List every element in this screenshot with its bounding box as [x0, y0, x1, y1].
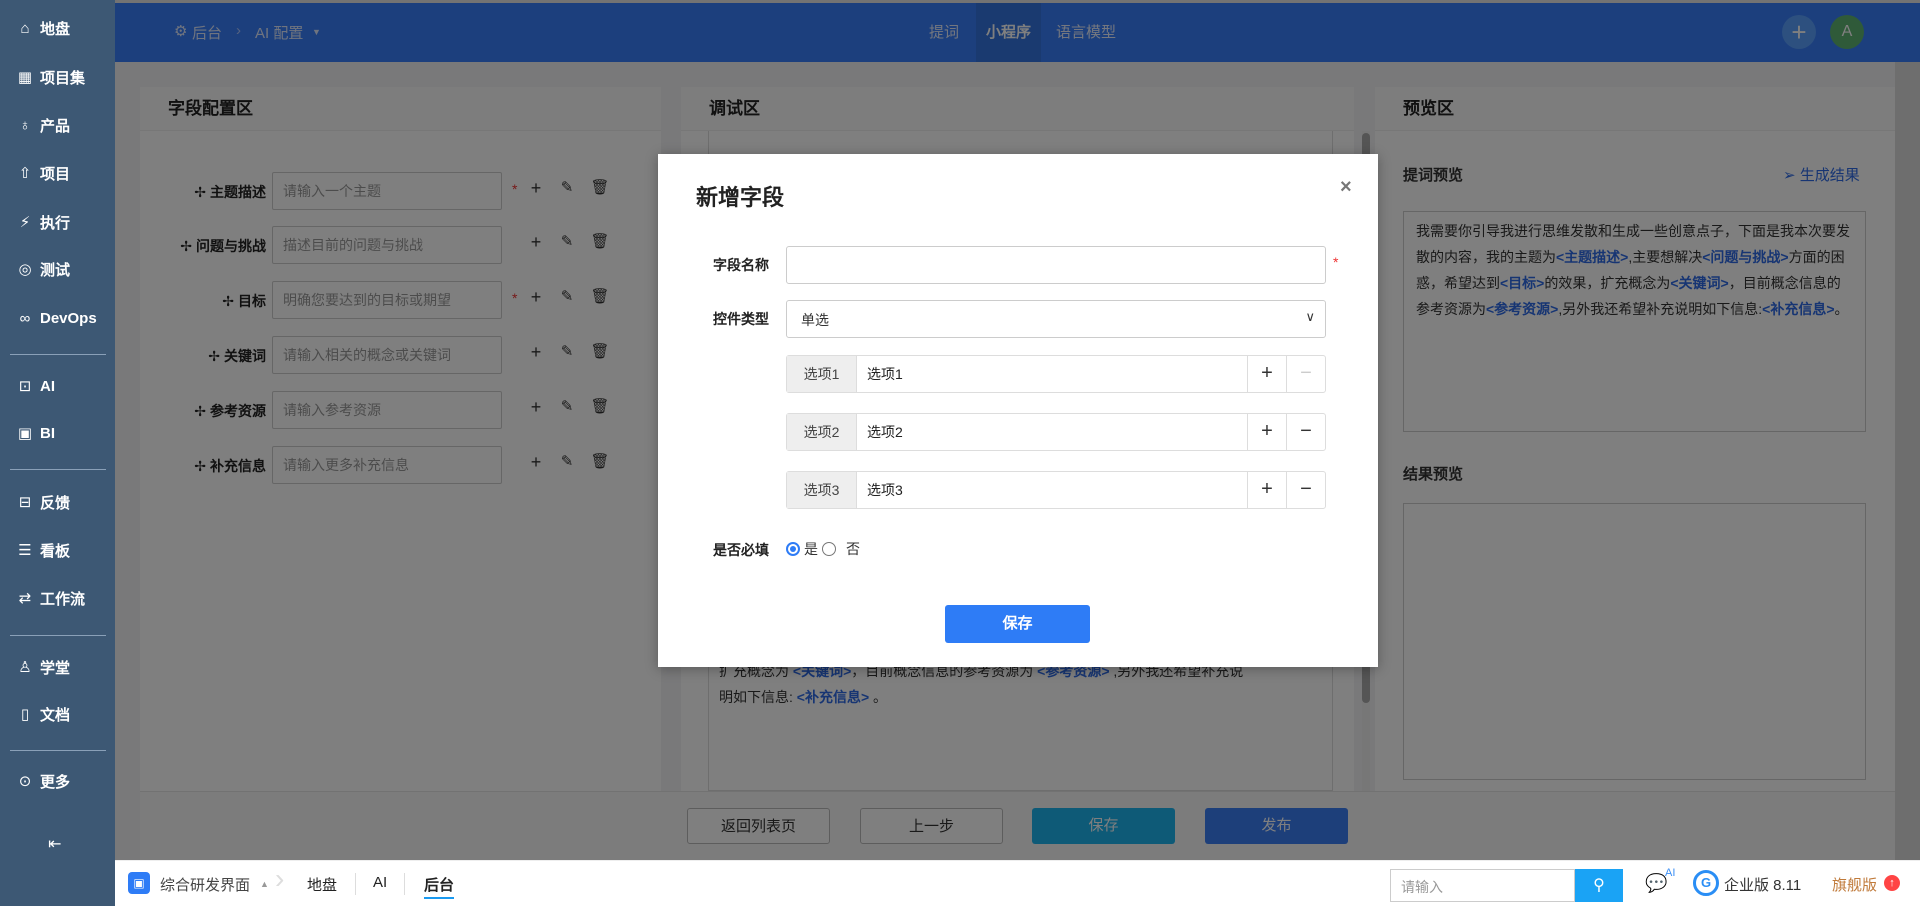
control-type-label: 控件类型 [713, 311, 769, 327]
sidebar-item-docs[interactable]: ▯ 文档 [16, 699, 70, 729]
app-switcher[interactable]: 综合研发界面 [160, 874, 250, 895]
sidebar-item-kanban[interactable]: ☰ 看板 [16, 535, 70, 565]
remove-option-button[interactable]: − [1286, 472, 1325, 508]
doc-icon: ▯ [20, 706, 30, 723]
bottom-crumb-ai[interactable]: AI [373, 874, 387, 891]
close-icon[interactable]: × [1340, 176, 1352, 199]
field-name-input[interactable] [786, 246, 1326, 284]
sidebar-item-project[interactable]: ⇧ 项目 [16, 158, 70, 188]
collapse-sidebar-icon[interactable]: ⇤ [48, 834, 61, 854]
sidebar-divider [10, 635, 106, 636]
rocket-icon: ⇧ [18, 165, 32, 182]
radio-no[interactable] [822, 542, 836, 556]
home-icon: ⌂ [20, 19, 30, 37]
sidebar-divider [10, 750, 106, 751]
add-field-modal: 新增字段 × 字段名称 * 控件类型 单选 ∨ 选项1 选项1 + − 选项2 选项2 + −… [658, 154, 1378, 667]
kanban-icon: ☰ [18, 542, 32, 559]
divider [355, 873, 356, 895]
option-input[interactable]: 选项2 [857, 414, 1247, 450]
robot-icon: ⊡ [18, 378, 32, 395]
sidebar-item-devops[interactable]: ∞ DevOps [16, 303, 97, 333]
school-icon: ♙ [18, 659, 32, 676]
option-row: 选项1 选项1 + − [786, 355, 1326, 393]
bottom-crumb-dashboard[interactable]: 地盘 [307, 874, 337, 895]
control-type-select[interactable]: 单选 ∨ [786, 300, 1326, 338]
search-icon: ⚲ [1593, 877, 1605, 894]
option-row: 选项3 选项3 + − [786, 471, 1326, 509]
sidebar-item-school[interactable]: ♙ 学堂 [16, 652, 70, 682]
sidebar-item-bi[interactable]: ▣ BI [16, 418, 55, 448]
run-icon: ⚡ [19, 214, 31, 231]
search-button[interactable]: ⚲ [1575, 869, 1623, 902]
sidebar-item-test[interactable]: ◎ 测试 [16, 254, 70, 284]
add-option-button[interactable]: + [1247, 472, 1286, 508]
remove-option-button[interactable]: − [1286, 414, 1325, 450]
option-addon: 选项1 [787, 356, 857, 392]
flagship-link[interactable]: 旗舰版 [1832, 874, 1877, 895]
chart-board-icon: ▣ [17, 425, 33, 442]
option-input[interactable]: 选项3 [857, 472, 1247, 508]
grid-icon: ▦ [17, 69, 33, 86]
test-icon: ◎ [18, 261, 32, 278]
edition-label: 企业版 8.11 [1724, 877, 1802, 894]
required-radio-group: 是 否 [786, 539, 860, 559]
caret-up-icon[interactable]: ▲ [260, 879, 269, 889]
sidebar-item-ai[interactable]: ⊡ AI [16, 371, 55, 401]
sidebar-item-execution[interactable]: ⚡ 执行 [16, 207, 70, 237]
option-row: 选项2 选项2 + − [786, 413, 1326, 451]
logo-icon: G [1693, 870, 1719, 896]
radio-yes[interactable] [786, 542, 800, 556]
modal-save-button[interactable]: 保存 [945, 605, 1090, 643]
required-mark: * [1333, 254, 1339, 270]
workflow-icon: ⇄ [18, 590, 32, 607]
sidebar-item-workflow[interactable]: ⇄ 工作流 [16, 583, 85, 613]
more-icon: ⊙ [18, 773, 32, 790]
option-addon: 选项2 [787, 414, 857, 450]
search-input[interactable]: 请输入 [1390, 869, 1575, 902]
chevron-separator-icon: › [275, 863, 285, 894]
add-option-button[interactable]: + [1247, 356, 1286, 392]
bulb-icon: ♁ [19, 116, 31, 134]
chevron-down-icon: ∨ [1305, 309, 1315, 324]
sidebar-item-dashboard[interactable]: ⌂ 地盘 [16, 13, 70, 43]
bottom-bar: ▣ 综合研发界面 ▲ › 地盘 AI 后台 请输入 ⚲ 💬 AI G 企业版 8… [115, 860, 1920, 906]
ai-badge: AI [1665, 867, 1676, 879]
sidebar-item-program[interactable]: ▦ 项目集 [16, 62, 85, 92]
feedback-icon: ⊟ [18, 494, 32, 511]
remove-option-button[interactable]: − [1286, 356, 1325, 392]
sidebar-divider [10, 354, 106, 355]
infinity-icon: ∞ [19, 309, 31, 327]
upgrade-icon[interactable]: ↑ [1884, 875, 1900, 891]
bottom-crumb-admin[interactable]: 后台 [424, 874, 455, 899]
sidebar-divider [10, 469, 106, 470]
app-icon: ▣ [128, 872, 150, 894]
sidebar-item-product[interactable]: ♁ 产品 [16, 110, 70, 140]
divider [404, 873, 405, 895]
option-addon: 选项3 [787, 472, 857, 508]
option-input[interactable]: 选项1 [857, 356, 1247, 392]
sidebar-item-more[interactable]: ⊙ 更多 [16, 766, 70, 796]
modal-title: 新增字段 [696, 185, 785, 210]
add-option-button[interactable]: + [1247, 414, 1286, 450]
field-name-label: 字段名称 [713, 257, 769, 273]
required-label: 是否必填 [713, 542, 769, 558]
sidebar-item-feedback[interactable]: ⊟ 反馈 [16, 487, 70, 517]
sidebar: ⌂ 地盘 ▦ 项目集 ♁ 产品 ⇧ 项目 ⚡ 执行 ◎ 测试 ∞ DevOps ⊡ AI ▣ BI… [0, 0, 115, 906]
